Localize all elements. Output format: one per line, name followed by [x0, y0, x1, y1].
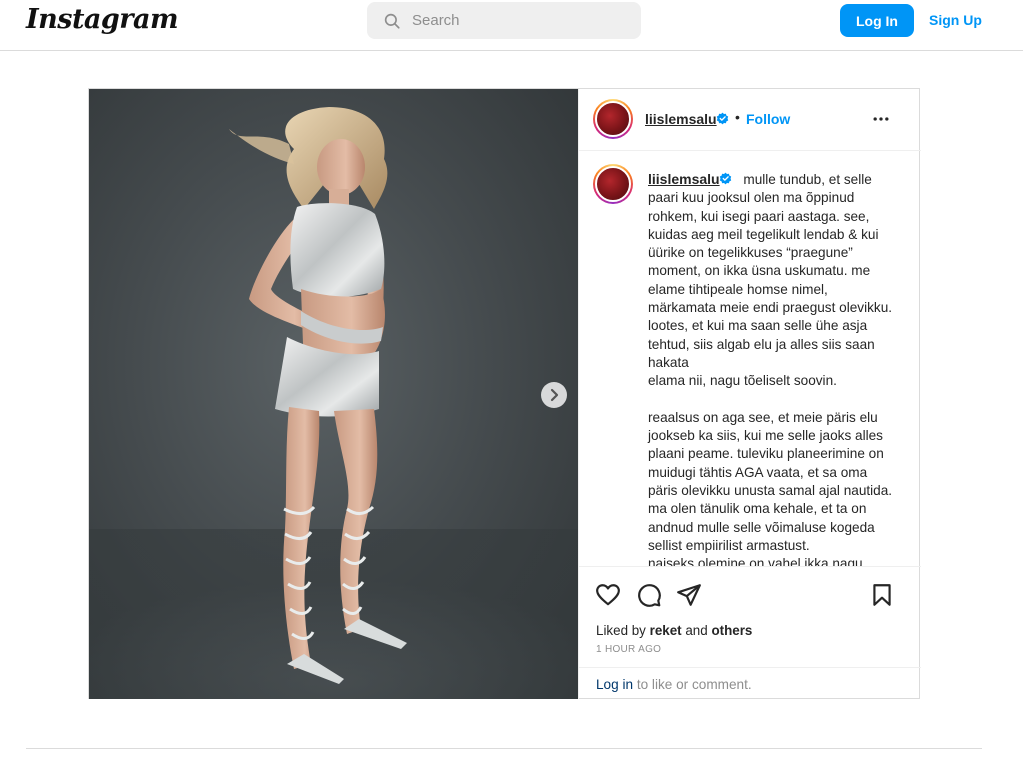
login-prompt-text: to like or comment.: [633, 677, 752, 692]
next-photo-button[interactable]: [541, 382, 567, 408]
separator-dot: •: [735, 109, 740, 125]
log-in-link[interactable]: Log in: [596, 677, 633, 692]
login-prompt: Log in to like or comment.: [579, 667, 921, 700]
post-actions: Liked by reket and others 1 HOUR AGO Log…: [579, 566, 921, 699]
search-icon: [384, 13, 400, 29]
top-navigation-bar: Instagram Log In Sign Up: [0, 0, 1023, 51]
post-header: liislemsalu • Follow: [579, 89, 921, 151]
verified-badge-icon: [716, 112, 729, 125]
sign-up-link[interactable]: Sign Up: [929, 12, 982, 28]
caption-username[interactable]: liislemsalu: [648, 171, 720, 187]
caption-section: liislemsalu mulle tundub, et selle paari…: [579, 151, 921, 566]
chevron-right-icon: [550, 388, 559, 402]
footer-divider: [26, 748, 982, 749]
verified-badge-icon: [719, 172, 732, 185]
heart-icon[interactable]: [595, 582, 621, 608]
post-card: liislemsalu • Follow liislemsalu mulle t…: [88, 88, 921, 699]
bookmark-icon[interactable]: [869, 582, 895, 608]
liked-by-user-link[interactable]: reket: [650, 623, 682, 638]
post-photo[interactable]: [89, 89, 578, 699]
caption-text: mulle tundub, et selle paari kuu jooksul…: [648, 172, 893, 566]
post-details-panel: liislemsalu • Follow liislemsalu mulle t…: [578, 89, 921, 699]
post-caption: liislemsalu mulle tundub, et selle paari…: [648, 170, 898, 566]
likes-prefix: Liked by: [596, 623, 646, 638]
post-timestamp: 1 HOUR AGO: [596, 644, 662, 655]
author-username[interactable]: liislemsalu: [645, 111, 717, 127]
log-in-button[interactable]: Log In: [840, 4, 914, 37]
likes-summary: Liked by reket and others: [596, 623, 752, 638]
liked-by-others-link[interactable]: others: [711, 623, 752, 638]
paper-plane-icon[interactable]: [676, 582, 702, 608]
instagram-logo[interactable]: Instagram: [26, 4, 179, 35]
search-input[interactable]: [412, 2, 632, 39]
search-box[interactable]: [367, 2, 641, 39]
likes-and: and: [685, 623, 708, 638]
comment-icon[interactable]: [636, 582, 662, 608]
photo-figure-illustration: [89, 107, 578, 699]
follow-button[interactable]: Follow: [746, 111, 790, 127]
author-avatar[interactable]: [593, 99, 633, 139]
more-options-icon[interactable]: [871, 109, 891, 129]
caption-author-avatar[interactable]: [593, 164, 633, 204]
